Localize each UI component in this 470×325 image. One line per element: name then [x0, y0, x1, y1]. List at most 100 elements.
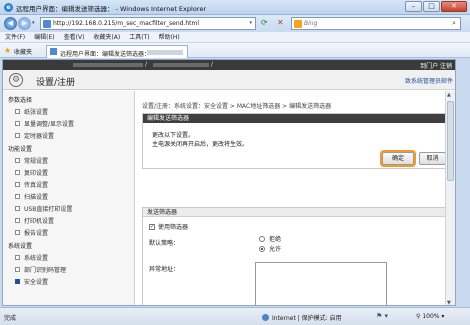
- sidebar-item-printer[interactable]: 打印机设置: [15, 216, 54, 225]
- sidebar-item-timer[interactable]: 定时器设置: [15, 131, 54, 140]
- close-window-button[interactable]: ✕: [441, 1, 467, 12]
- device-header-bar: / / 到门户 注销: [3, 60, 455, 70]
- sidebar-item-usb-print[interactable]: USB直接打印设置: [15, 204, 72, 213]
- menu-file[interactable]: 文件(F): [5, 32, 25, 42]
- portal-logout-links[interactable]: 到门户 注销: [420, 61, 452, 70]
- bullet-icon: [15, 218, 20, 223]
- edit-filter-message: 更改以下设置。 主电源关闭再开启后，更改将生效。: [152, 131, 248, 149]
- security-zone: Internet | 保护模式: 启用: [262, 313, 342, 322]
- sidebar-item-scan[interactable]: 扫描设置: [15, 192, 48, 201]
- bullet-icon: [15, 206, 20, 211]
- window-titlebar: e 远程用户界面：编辑发送筛选器： - Windows Internet Exp…: [0, 0, 470, 15]
- zoom-level[interactable]: ⚲ 100% ▾: [416, 313, 444, 320]
- refresh-icon[interactable]: ⟳: [261, 18, 268, 27]
- exception-addresses-label: 异常地址：: [149, 266, 180, 273]
- message-line-1: 更改以下设置。: [152, 132, 195, 139]
- sidebar-item-system[interactable]: 系统设置: [15, 253, 48, 262]
- sidebar-item-fax[interactable]: 传真设置: [15, 180, 48, 189]
- menu-help[interactable]: 帮助(H): [159, 32, 180, 42]
- bullet-icon: [15, 267, 20, 272]
- send-filter-panel: 发送筛选器 ✓ 使用筛选器 默认策略： 拒绝 允许 异常地址：: [142, 207, 448, 305]
- exception-addresses-input[interactable]: [255, 262, 387, 305]
- sidebar-item-general[interactable]: 常规设置: [15, 156, 48, 165]
- page-icon: [43, 20, 51, 28]
- menu-favorites[interactable]: 收藏夹(A): [93, 32, 120, 42]
- edit-filter-panel: 编辑发送筛选器 更改以下设置。 主电源关闭再开启后，更改将生效。 确定 取消: [142, 113, 448, 169]
- window-controls: – □ ✕: [405, 1, 467, 12]
- sidebar-item-copy[interactable]: 复印设置: [15, 168, 48, 177]
- menu-bar: 文件(F) 编辑(E) 查看(V) 收藏夹(A) 工具(T) 帮助(H): [0, 32, 470, 43]
- back-button[interactable]: ◀: [4, 17, 17, 30]
- sidebar-group-functions: 功能设置: [8, 146, 33, 153]
- policy-option-deny[interactable]: 拒绝: [259, 234, 281, 243]
- bullet-icon: [15, 230, 20, 235]
- address-dropdown-icon[interactable]: ▾: [249, 20, 252, 26]
- menu-edit[interactable]: 编辑(E): [34, 32, 54, 42]
- protected-mode-icons[interactable]: ⚑ ▾: [376, 312, 388, 320]
- address-toolbar: ◀ ▶ ▾ http://192.168.0.215/m_sec_macfilt…: [0, 15, 470, 32]
- menu-view[interactable]: 查看(V): [64, 32, 85, 42]
- stop-icon[interactable]: ✕: [277, 18, 284, 27]
- mail-admin-link[interactable]: 致系统管理员邮件: [405, 76, 453, 85]
- tab-page-icon: [50, 48, 57, 55]
- vertical-scrollbar[interactable]: ▲ ▼: [445, 91, 455, 305]
- sidebar-group-system: 系统设置: [8, 243, 33, 250]
- favorites-star-icon[interactable]: ★: [4, 46, 11, 55]
- browser-tab[interactable]: 远程用户界面：编辑发送筛选器：: [46, 45, 188, 58]
- bullet-icon: [15, 170, 20, 175]
- recent-pages-dropdown-icon[interactable]: ▾: [32, 20, 35, 26]
- cancel-button[interactable]: 取消: [419, 152, 446, 165]
- bing-icon: [294, 20, 302, 28]
- bullet-icon: [15, 279, 20, 284]
- policy-option-allow[interactable]: 允许: [259, 244, 281, 253]
- ie-logo-icon: e: [4, 3, 13, 12]
- search-icon[interactable]: ⌕: [452, 19, 456, 28]
- device-name-redacted: [73, 63, 143, 67]
- page-header: ⚙ 设置/注册 致系统管理员邮件: [3, 70, 455, 90]
- radio-selected-icon[interactable]: [259, 245, 265, 252]
- sidebar-item-display[interactable]: 显量调整/显示设置: [15, 119, 74, 128]
- header-separator: /: [145, 61, 148, 68]
- address-url: http://192.168.0.215/m_sec_macfilter_sen…: [53, 20, 200, 27]
- ok-button[interactable]: 确定: [382, 152, 414, 165]
- radio-unselected-icon[interactable]: [259, 235, 265, 242]
- sidebar-group-preferences: 参数选择: [8, 97, 33, 104]
- bullet-icon: [15, 121, 20, 126]
- sidebar-item-security[interactable]: 安全设置: [15, 277, 48, 286]
- settings-gear-icon: ⚙: [9, 73, 23, 87]
- send-filter-heading: 发送筛选器: [143, 208, 447, 217]
- checkbox-checked-icon[interactable]: ✓: [149, 223, 155, 230]
- bullet-icon: [15, 133, 20, 138]
- minimize-button[interactable]: –: [405, 1, 422, 12]
- sidebar-item-department-id[interactable]: 部门识别码管理: [15, 265, 66, 274]
- tab-title-redacted: [147, 50, 183, 55]
- scroll-up-icon[interactable]: ▲: [447, 92, 451, 98]
- globe-icon: [262, 314, 269, 321]
- maximize-button[interactable]: □: [423, 1, 440, 12]
- use-filter-checkbox[interactable]: ✓ 使用筛选器: [149, 222, 188, 231]
- user-name-redacted: [153, 63, 209, 67]
- bullet-icon: [15, 158, 20, 163]
- window-title: 远程用户界面：编辑发送筛选器： - Windows Internet Explo…: [16, 5, 206, 13]
- menu-tools[interactable]: 工具(T): [129, 32, 149, 42]
- scroll-down-icon[interactable]: ▼: [447, 300, 451, 305]
- forward-button[interactable]: ▶: [18, 17, 31, 30]
- header-separator: /: [211, 61, 214, 68]
- search-input[interactable]: Bing ⌕: [291, 17, 461, 30]
- bullet-icon: [15, 194, 20, 199]
- settings-sidebar: 参数选择 纸张设置 显量调整/显示设置 定时器设置 功能设置 常规设置 复印设置…: [3, 91, 135, 305]
- sidebar-item-paper[interactable]: 纸张设置: [15, 107, 48, 116]
- sidebar-item-report[interactable]: 报告设置: [15, 228, 48, 237]
- scrollbar-thumb[interactable]: [447, 101, 454, 181]
- favorites-label[interactable]: 收藏夹: [14, 47, 32, 56]
- main-content: 设置/注册：系统设置：安全设置 > MAC地址筛选器 > 编辑发送筛选器 编辑发…: [142, 91, 455, 305]
- favorites-bar: ★ 收藏夹 远程用户界面：编辑发送筛选器：: [0, 43, 470, 58]
- breadcrumb: 设置/注册：系统设置：安全设置 > MAC地址筛选器 > 编辑发送筛选器: [142, 103, 332, 110]
- message-line-2: 主电源关闭再开启后，更改将生效。: [152, 141, 249, 148]
- address-bar[interactable]: http://192.168.0.215/m_sec_macfilter_sen…: [40, 17, 256, 30]
- edit-filter-heading: 编辑发送筛选器: [143, 114, 447, 123]
- bullet-icon: [15, 109, 20, 114]
- page-title: 设置/注册: [36, 78, 76, 88]
- bullet-icon: [15, 182, 20, 187]
- search-placeholder: Bing: [304, 20, 318, 27]
